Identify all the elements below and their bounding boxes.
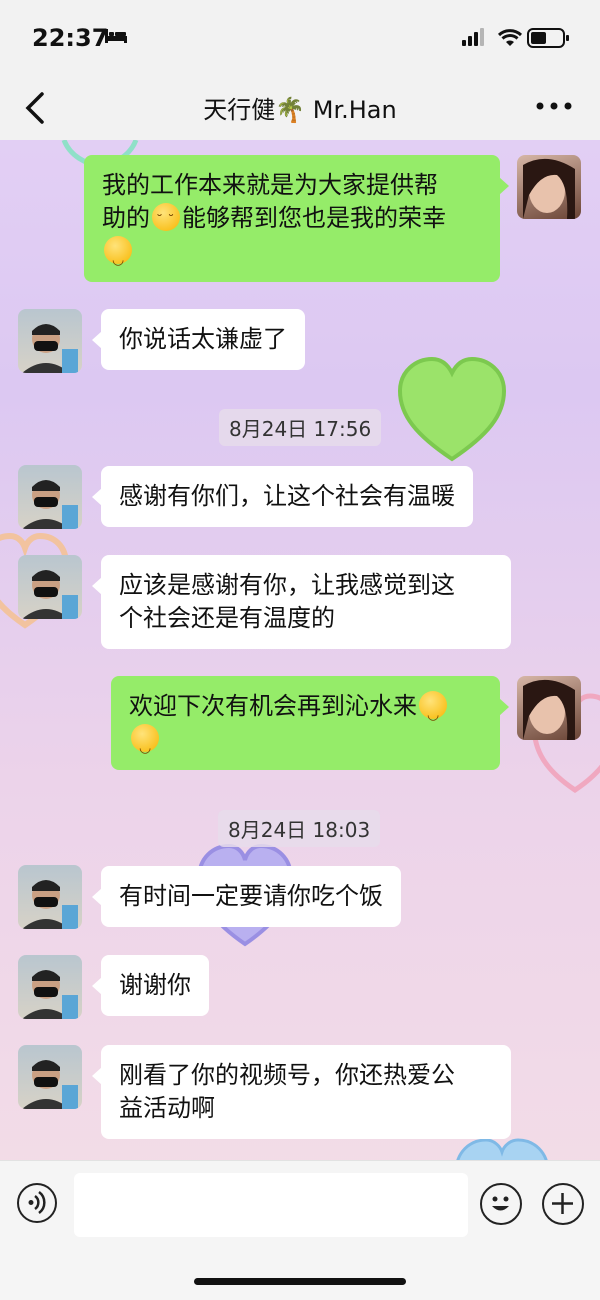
message-text: 益活动啊 [119,1094,215,1122]
more-icon[interactable] [534,94,574,118]
message-text: 欢迎下次有机会再到沁水来 [129,692,417,720]
nav-bar: 天行健🌴 Mr.Han [0,76,600,140]
message-text: 谢谢你 [119,971,191,999]
timestamp: 8月24日 18:03 [218,810,381,847]
emoji-icon[interactable] [480,1183,522,1225]
message-bubble-received[interactable]: 谢谢你 [92,955,209,1016]
timestamp: 8月24日 17:56 [219,409,382,446]
message-bubble-received[interactable]: 有时间一定要请你吃个饭 [92,866,401,927]
status-bar: 22:37 [0,0,600,76]
status-icons [462,28,569,48]
wifi-icon [497,29,523,46]
battery-icon [527,28,569,48]
message-text: 我的工作本来就是为大家提供帮 [102,171,438,199]
plus-icon[interactable] [542,1183,584,1225]
message-bubble-received[interactable]: 你说话太谦虚了 [92,309,305,370]
signal-icon [462,28,484,46]
heart-decoration [397,356,507,462]
status-time: 22:37 [32,24,109,52]
message-text: 助的 [102,204,150,232]
message-text: 个社会还是有温度的 [119,604,335,632]
message-bubble-sent[interactable]: 我的工作本来就是为大家提供帮 助的 能够帮到您也是我的荣幸 [84,155,509,282]
message-bubble-received[interactable]: 刚看了你的视频号，你还热爱公 益活动啊 [92,1045,511,1139]
voice-icon[interactable] [17,1183,57,1223]
my-avatar[interactable] [517,155,581,219]
message-text: 刚看了你的视频号，你还热爱公 [119,1061,455,1089]
message-text: 你说话太谦虚了 [119,325,287,353]
message-text: 应该是感谢有你，让我感觉到这 [119,571,455,599]
message-bubble-received[interactable]: 感谢有你们，让这个社会有温暖 [92,466,473,527]
contact-avatar[interactable] [18,465,82,529]
contact-avatar[interactable] [18,309,82,373]
smile-emoji-icon [104,236,132,277]
message-text: 能够帮到您也是我的荣幸 [182,204,446,232]
chat-screen: 22:37 天行健🌴 Mr.Han 我的工作本来就是为大家提供帮 助的˘ ˘ 能… [0,0,600,1300]
message-input[interactable] [74,1173,468,1237]
home-indicator [194,1278,406,1285]
message-text: 有时间一定要请你吃个饭 [119,882,383,910]
contact-avatar[interactable] [18,555,82,619]
message-bubble-received[interactable]: 应该是感谢有你，让我感觉到这 个社会还是有温度的 [92,555,511,649]
message-text: 感谢有你们，让这个社会有温暖 [119,482,455,510]
my-avatar[interactable] [517,676,581,740]
bed-icon [105,29,127,43]
smile-emoji-icon [131,724,159,765]
contact-avatar[interactable] [18,955,82,1019]
smile-emoji-icon [419,691,447,732]
blush-emoji-icon [152,203,180,238]
chat-title: 天行健🌴 Mr.Han [203,96,397,124]
message-bubble-sent[interactable]: 欢迎下次有机会再到沁水来 [111,676,509,770]
contact-avatar[interactable] [18,1045,82,1109]
contact-avatar[interactable] [18,865,82,929]
